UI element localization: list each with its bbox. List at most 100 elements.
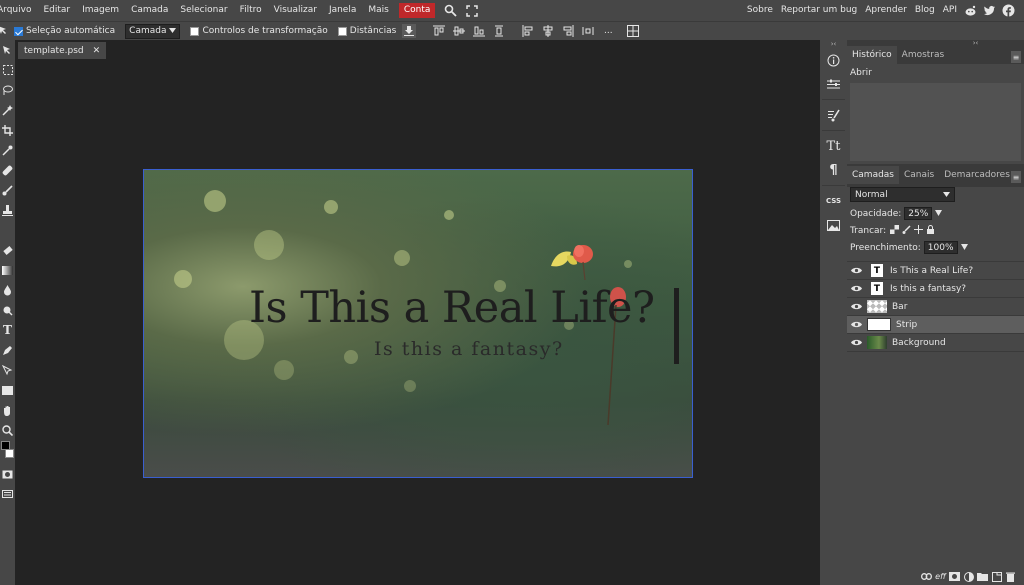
align-left-icon[interactable] [521, 24, 535, 38]
eyedropper-icon[interactable] [0, 140, 15, 160]
image-icon[interactable] [820, 213, 847, 237]
gradient-tool-icon[interactable] [0, 260, 15, 280]
transform-controls-check[interactable] [190, 26, 200, 36]
align-bottom-icon[interactable] [472, 24, 486, 38]
zoom-tool-icon[interactable] [0, 420, 15, 440]
quick-mask-icon[interactable] [0, 464, 15, 484]
opacity-input[interactable]: 25% [904, 207, 933, 220]
history-brush-icon[interactable] [0, 220, 15, 240]
auto-select-checkbox[interactable]: Seleção automática [14, 26, 115, 36]
fill-input[interactable]: 100% [923, 241, 958, 254]
layer-effects-icon[interactable]: eff [935, 571, 946, 582]
shape-tool-icon[interactable] [0, 380, 15, 400]
new-group-icon[interactable] [977, 571, 988, 582]
link-layers-icon[interactable] [921, 571, 932, 582]
menu-visualizar[interactable]: Visualizar [268, 0, 323, 21]
search-icon[interactable] [443, 4, 457, 18]
distances-checkbox[interactable]: Distâncias [337, 26, 396, 36]
layer-row[interactable]: T Is This a Real Life? [847, 262, 1024, 280]
pen-tool-icon[interactable] [0, 340, 15, 360]
target-select[interactable]: Camada [125, 23, 181, 39]
caret-down-icon[interactable] [935, 209, 943, 219]
align-vcenter-icon[interactable] [452, 24, 466, 38]
transform-controls-checkbox[interactable]: Controlos de transformação [190, 26, 328, 36]
close-icon[interactable]: ✕ [93, 46, 101, 56]
eraser-icon[interactable] [0, 240, 15, 260]
grid-icon[interactable] [626, 24, 640, 38]
menu-filtro[interactable]: Filtro [234, 0, 268, 21]
adjustment-layer-icon[interactable] [963, 571, 974, 582]
download-icon[interactable] [402, 24, 417, 38]
link-blog[interactable]: Blog [911, 0, 939, 21]
menu-janela[interactable]: Janela [323, 0, 362, 21]
tab-layers[interactable]: Camadas [847, 166, 899, 184]
keyboard-icon[interactable] [0, 484, 15, 504]
marquee-tool-icon[interactable] [0, 60, 15, 80]
link-api[interactable]: API [939, 0, 961, 21]
document-canvas[interactable]: Is This a Real Life? Is this a fantasy? [143, 169, 693, 478]
magic-wand-icon[interactable] [0, 100, 15, 120]
align-right-icon[interactable] [561, 24, 575, 38]
lasso-tool-icon[interactable] [0, 80, 15, 100]
eye-icon[interactable] [849, 262, 863, 280]
distribute-vertical-icon[interactable] [492, 24, 506, 38]
lock-all-icon[interactable] [926, 224, 935, 237]
facebook-icon[interactable] [1002, 4, 1015, 17]
info-icon[interactable] [820, 48, 847, 72]
type-tool-icon[interactable]: T [0, 320, 15, 340]
fullscreen-icon[interactable] [465, 4, 479, 18]
menu-mais[interactable]: Mais [362, 0, 394, 21]
reddit-icon[interactable] [964, 4, 977, 17]
menu-selecionar[interactable]: Selecionar [174, 0, 233, 21]
adjustments-icon[interactable] [820, 72, 847, 96]
layer-row[interactable]: T Is this a fantasy? [847, 280, 1024, 298]
link-aprender[interactable]: Aprender [861, 0, 911, 21]
layer-mask-icon[interactable] [949, 571, 960, 582]
hand-tool-icon[interactable] [0, 400, 15, 420]
collapse-arrows-icon[interactable]: ›‹ [820, 40, 847, 48]
menu-arquivo[interactable]: Arquivo [0, 0, 37, 21]
lock-position-icon[interactable] [914, 224, 924, 237]
menu-camada[interactable]: Camada [125, 0, 174, 21]
distribute-horizontal-icon[interactable] [581, 24, 595, 38]
panel-menu-icon[interactable]: ≡ [1011, 51, 1021, 63]
align-top-icon[interactable] [432, 24, 446, 38]
history-entry[interactable]: Abrir [850, 67, 1021, 79]
layer-row[interactable]: Background [847, 334, 1024, 352]
lock-pixels-icon[interactable] [902, 224, 911, 237]
lock-transparency-icon[interactable] [890, 224, 900, 237]
color-swatches-icon[interactable] [0, 440, 15, 464]
caret-down-icon[interactable] [960, 243, 968, 253]
tab-swatches[interactable]: Amostras [897, 46, 950, 64]
brush-tool-icon[interactable] [0, 180, 15, 200]
document-tab[interactable]: template.psd ✕ [18, 42, 107, 59]
eye-icon[interactable] [849, 316, 863, 334]
panel-menu-icon[interactable]: ≡ [1011, 171, 1021, 183]
blend-mode-select[interactable]: Normal [850, 187, 955, 202]
align-hcenter-icon[interactable] [541, 24, 555, 38]
crop-tool-icon[interactable] [0, 120, 15, 140]
css-icon[interactable]: CSS [820, 189, 847, 213]
character-icon[interactable]: Tt [820, 134, 847, 158]
menu-editar[interactable]: Editar [37, 0, 76, 21]
tab-paths[interactable]: Demarcadores [939, 166, 1015, 184]
link-sobre[interactable]: Sobre [743, 0, 777, 21]
menu-imagem[interactable]: Imagem [76, 0, 125, 21]
blur-tool-icon[interactable] [0, 280, 15, 300]
auto-select-check[interactable] [14, 26, 23, 36]
background-color-swatch[interactable] [5, 449, 14, 458]
eye-icon[interactable] [849, 298, 863, 316]
paragraph-icon[interactable]: ¶ [820, 158, 847, 182]
eye-icon[interactable] [849, 280, 863, 298]
eye-icon[interactable] [849, 334, 863, 352]
new-layer-icon[interactable] [991, 571, 1002, 582]
path-select-icon[interactable] [0, 360, 15, 380]
healing-brush-icon[interactable] [0, 160, 15, 180]
more-options-button[interactable]: ... [601, 24, 615, 38]
tab-channels[interactable]: Canais [899, 166, 939, 184]
account-button[interactable]: Conta [398, 3, 436, 18]
distances-check[interactable] [337, 26, 347, 36]
delete-layer-icon[interactable] [1005, 571, 1016, 582]
dodge-tool-icon[interactable] [0, 300, 15, 320]
stamp-tool-icon[interactable] [0, 200, 15, 220]
